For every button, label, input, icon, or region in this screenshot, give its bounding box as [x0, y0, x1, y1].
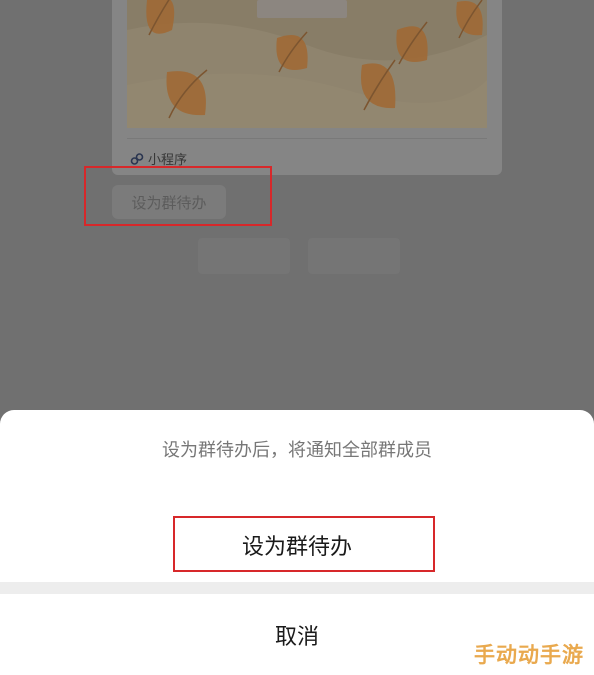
site-watermark: 手动动手游 [474, 643, 584, 667]
action-sheet: 设为群待办后，将通知全部群成员 设为群待办 取消 [0, 410, 594, 675]
card-cover-image [127, 0, 487, 128]
blurred-title [257, 0, 347, 18]
blurred-button-right [308, 238, 400, 274]
annotation-highlight-chip [84, 166, 272, 226]
mini-program-icon [130, 152, 144, 165]
sheet-prompt-text: 设为群待办后，将通知全部群成员 [162, 440, 432, 461]
chat-background: 小程序 设为群待办 [0, 0, 594, 420]
blurred-button-left [198, 238, 290, 274]
leaf-illustration [127, 0, 487, 128]
mini-program-card[interactable]: 小程序 [112, 0, 502, 175]
sheet-divider [0, 582, 594, 594]
annotation-highlight-confirm [173, 516, 435, 572]
card-divider [127, 138, 487, 139]
